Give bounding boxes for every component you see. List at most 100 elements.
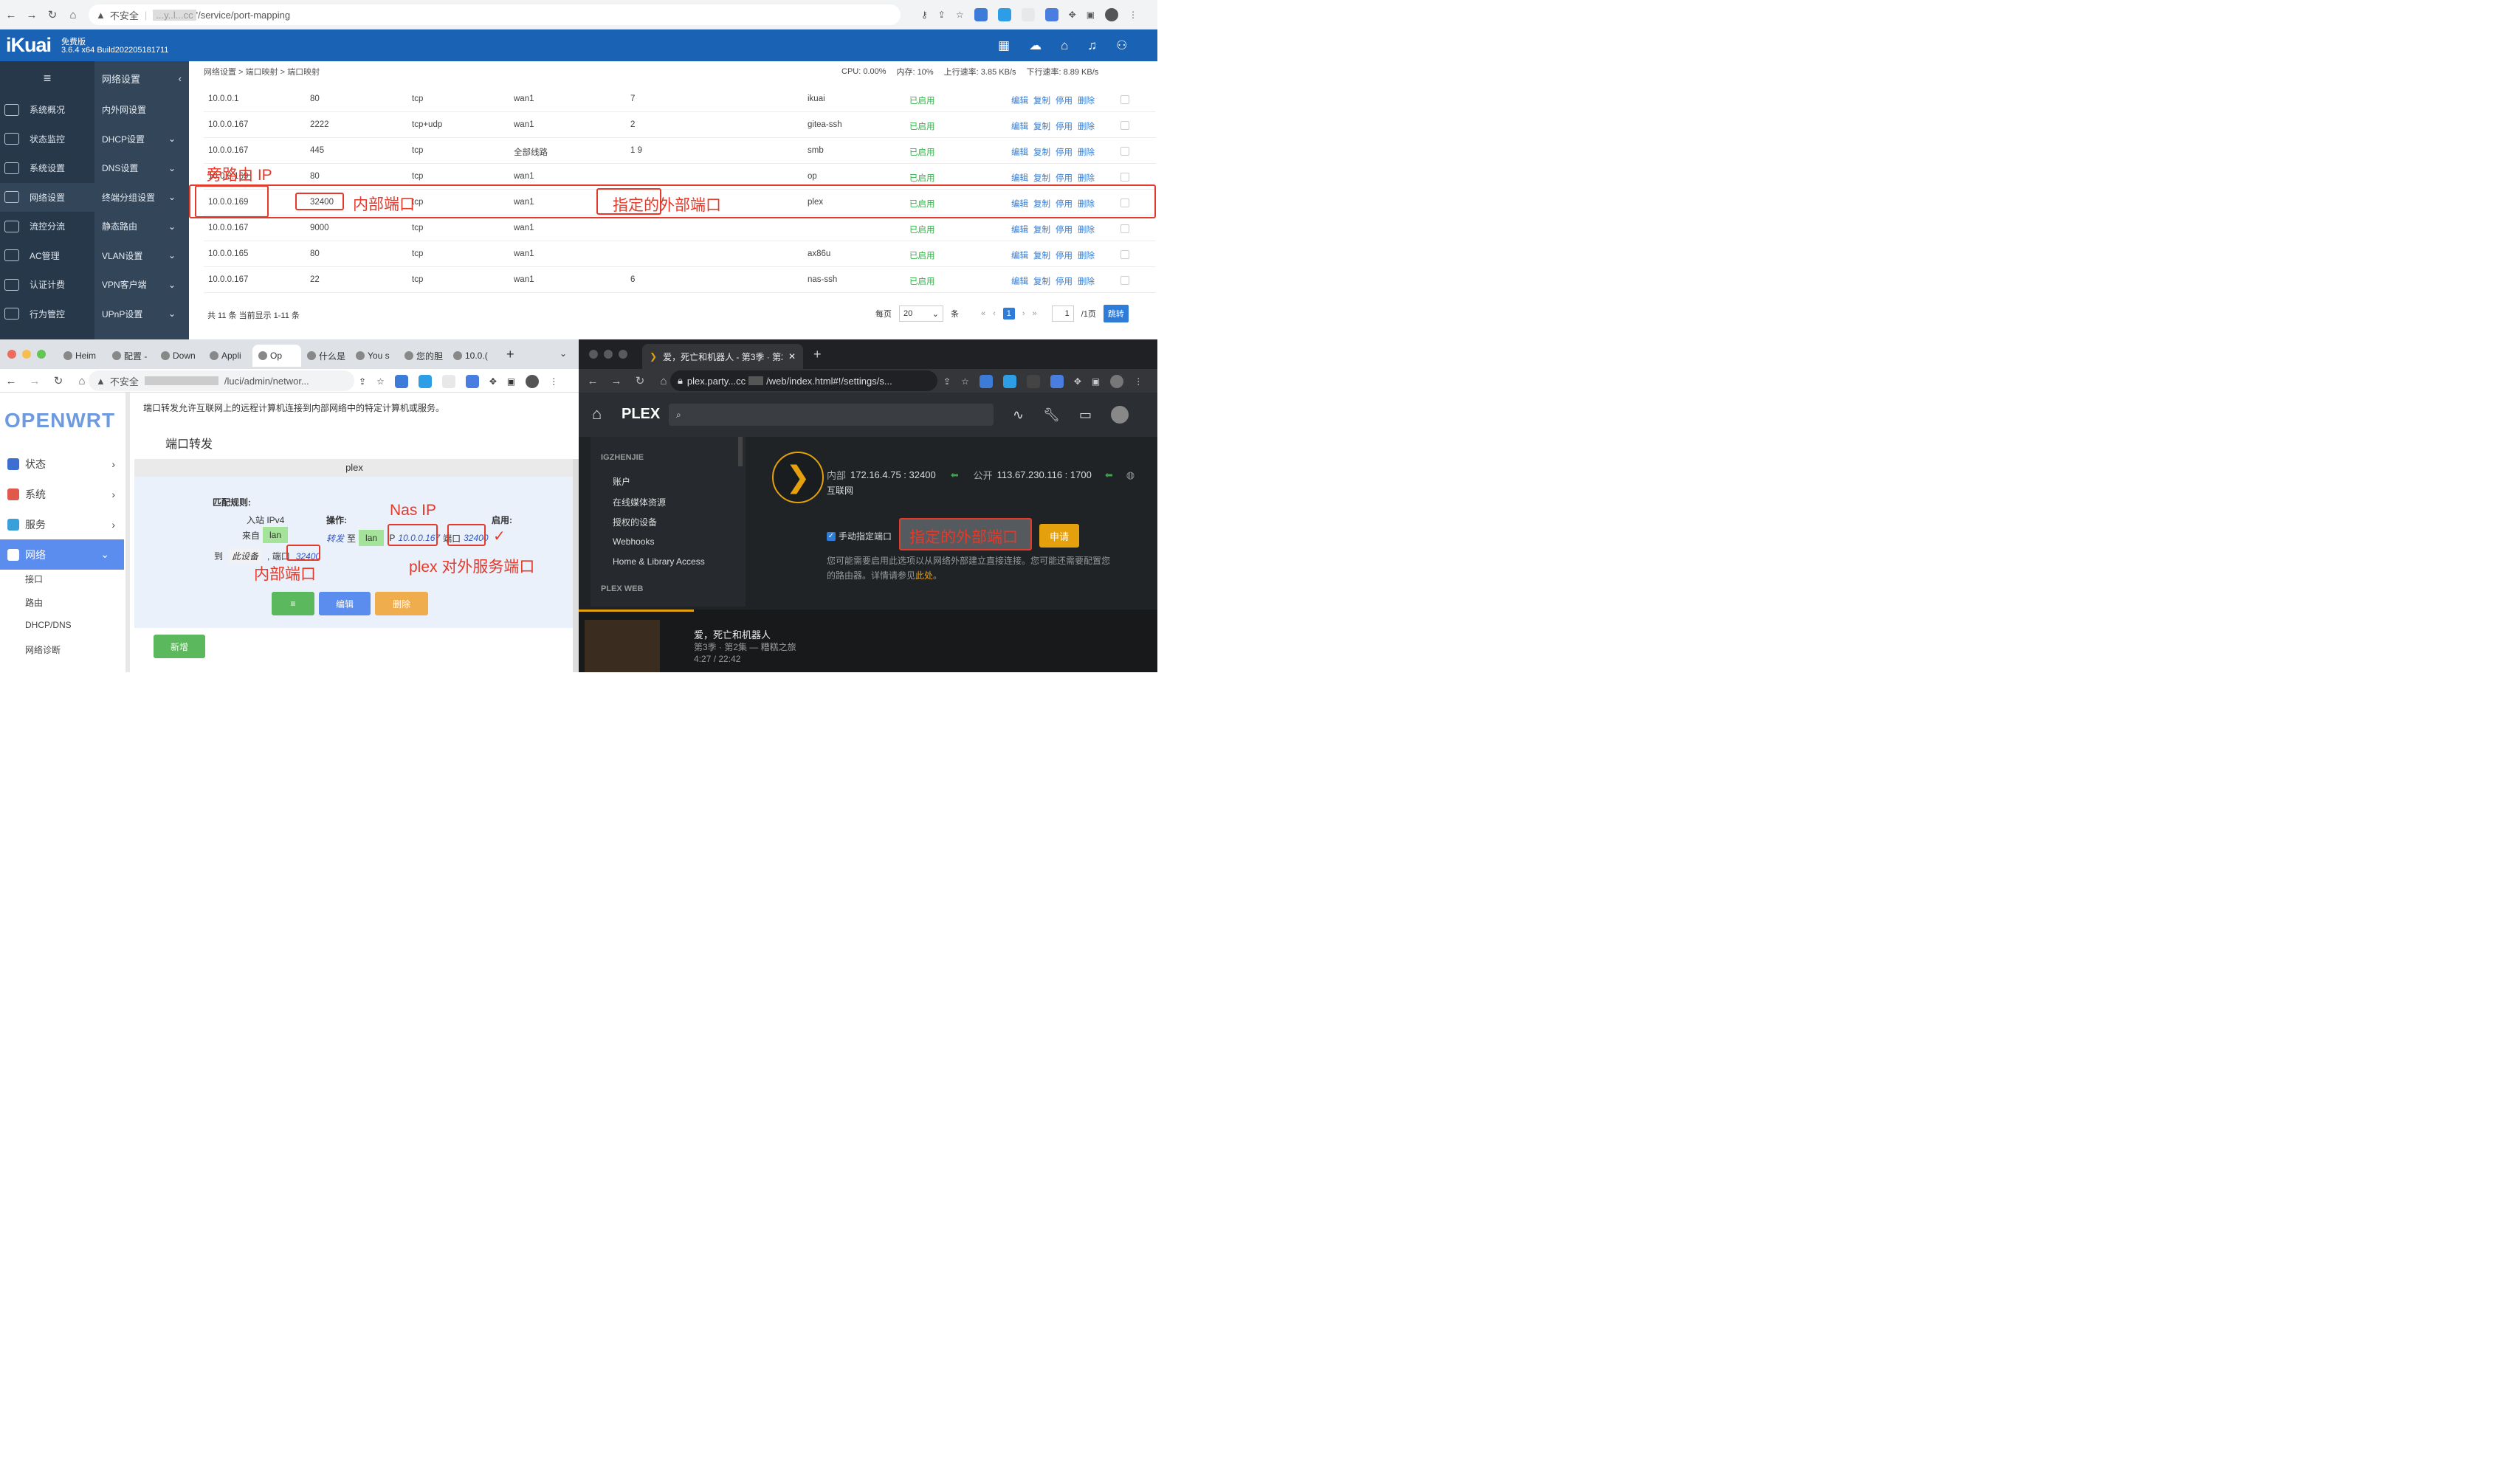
browser-tab[interactable]: 10.0.( — [447, 345, 496, 367]
close-window-icon[interactable] — [589, 350, 598, 359]
edit-link[interactable]: 编辑 — [1011, 120, 1028, 132]
stop-link[interactable]: 停用 — [1056, 120, 1073, 132]
back-icon[interactable]: ← — [3, 7, 19, 23]
drag-button[interactable]: ≡ — [272, 592, 314, 615]
menu-icon[interactable]: ⋮ — [1129, 10, 1137, 20]
back-icon[interactable]: ← — [3, 373, 19, 389]
settings-menu-item[interactable]: 在线媒体资源 — [613, 496, 705, 517]
delete-button[interactable]: 删除 — [375, 592, 428, 615]
sidebar-item[interactable]: 流控分流 — [0, 212, 94, 241]
delete-link[interactable]: 删除 — [1078, 172, 1095, 184]
close-tab-icon[interactable]: ✕ — [788, 351, 796, 362]
extension-icon-1[interactable] — [394, 375, 408, 388]
subnav-item[interactable]: 终端分组设置 ⌄ — [94, 183, 189, 213]
copy-link[interactable]: 复制 — [1033, 224, 1050, 235]
reload-icon[interactable]: ↻ — [632, 373, 648, 389]
sidebar-item[interactable]: 网络设置 — [0, 182, 94, 212]
home-icon[interactable]: ⌂ — [592, 404, 602, 424]
stop-link[interactable]: 停用 — [1056, 172, 1073, 184]
settings-menu-item[interactable]: 账户 — [613, 475, 705, 496]
new-tab-icon[interactable]: + — [813, 347, 822, 362]
hint-link[interactable]: 此处 — [915, 570, 933, 581]
add-button[interactable]: 新增 — [154, 635, 205, 658]
current-page[interactable]: 1 — [1002, 308, 1015, 320]
nav-item[interactable]: 系统 › — [0, 479, 130, 509]
user-icon[interactable]: ⚇ — [1116, 38, 1127, 53]
address-bar[interactable]: ▲ 不安全 /luci/admin/networ... — [89, 370, 354, 391]
sidebar-scrollbar[interactable] — [738, 437, 743, 466]
forward-icon[interactable]: → — [24, 7, 40, 23]
extension-icon-3[interactable] — [1021, 8, 1035, 21]
sidepanel-icon[interactable]: ▣ — [1092, 376, 1100, 387]
browser-tab[interactable]: Op — [252, 345, 301, 367]
home-icon[interactable]: ⌂ — [655, 373, 672, 389]
maximize-window-icon[interactable] — [37, 350, 46, 359]
copy-link[interactable]: 复制 — [1033, 249, 1050, 261]
maximize-window-icon[interactable] — [619, 350, 627, 359]
tab-list-icon[interactable]: ⌄ — [560, 348, 567, 359]
sidebar-item[interactable]: 系统设置 — [0, 153, 94, 183]
key-icon[interactable]: ⚷ — [921, 10, 928, 20]
row-checkbox[interactable] — [1120, 95, 1129, 104]
jump-button[interactable]: 跳转 — [1103, 305, 1129, 322]
stop-link[interactable]: 停用 — [1056, 146, 1073, 158]
wrench-icon[interactable]: 🔧︎ — [1043, 407, 1060, 423]
avatar[interactable] — [1110, 375, 1124, 388]
subnav-item[interactable]: 路由 — [25, 596, 72, 620]
reload-icon[interactable]: ↻ — [50, 373, 66, 389]
activity-icon[interactable]: ∿ — [1013, 407, 1024, 423]
extension-icon-3[interactable] — [441, 375, 455, 388]
cloud-icon[interactable]: ☁ — [1029, 38, 1042, 53]
playback-progress[interactable] — [579, 610, 694, 612]
browser-tab[interactable]: Heim — [58, 345, 106, 367]
now-playing-thumbnail[interactable] — [585, 620, 660, 672]
share-icon[interactable]: ⇪ — [943, 376, 951, 387]
back-icon[interactable]: ← — [585, 373, 601, 389]
browser-tab[interactable]: 什么是 — [301, 345, 350, 367]
edit-link[interactable]: 编辑 — [1011, 94, 1028, 106]
puzzle-icon[interactable]: ✥ — [1069, 10, 1076, 20]
subnav-item[interactable]: 内外网设置 — [94, 95, 189, 125]
copy-link[interactable]: 复制 — [1033, 275, 1050, 287]
subnav-item[interactable]: VLAN设置 ⌄ — [94, 241, 189, 271]
star-icon[interactable]: ☆ — [376, 376, 385, 387]
browser-tab[interactable]: Appli — [204, 345, 252, 367]
edit-link[interactable]: 编辑 — [1011, 172, 1028, 184]
star-icon[interactable]: ☆ — [961, 376, 969, 387]
grid-icon[interactable]: ▦ — [998, 38, 1010, 53]
subnav-item[interactable]: DHCP/DNS — [25, 620, 72, 643]
puzzle-icon[interactable]: ✥ — [489, 376, 497, 387]
prev-page-icon[interactable]: ‹ — [993, 309, 996, 318]
browser-tab[interactable]: Down — [155, 345, 204, 367]
minimize-window-icon[interactable] — [22, 350, 31, 359]
extension-icon-2[interactable] — [997, 8, 1011, 21]
share-icon[interactable]: ⇪ — [938, 10, 946, 20]
browser-tab[interactable]: 配置 - — [106, 345, 155, 367]
subnav-item[interactable]: VPN客户端 ⌄ — [94, 270, 189, 300]
translate-icon[interactable] — [465, 375, 479, 388]
avatar[interactable] — [526, 375, 540, 388]
home-icon[interactable]: ⌂ — [1061, 38, 1068, 53]
first-page-icon[interactable]: « — [981, 309, 985, 318]
address-bar[interactable]: ▲ 不安全 | ...y..l...cc '/service/port-mapp… — [89, 4, 901, 25]
manual-port-checkbox[interactable]: ✓ — [827, 531, 836, 541]
browser-tab[interactable]: 您的胆 — [399, 345, 447, 367]
sidepanel-icon[interactable]: ▣ — [507, 376, 515, 387]
delete-link[interactable]: 删除 — [1078, 120, 1095, 132]
last-page-icon[interactable]: » — [1033, 309, 1037, 318]
extension-icon-2[interactable] — [1002, 375, 1016, 388]
extension-icon-3[interactable] — [1026, 375, 1040, 388]
nav-item[interactable]: 服务 › — [0, 509, 130, 539]
sidebar-item[interactable]: AC管理 — [0, 241, 94, 271]
reload-icon[interactable]: ↻ — [44, 7, 61, 23]
extension-icon-1[interactable] — [974, 8, 988, 21]
delete-link[interactable]: 删除 — [1078, 275, 1095, 287]
per-page-select[interactable]: 20 ⌄ — [899, 305, 943, 322]
extension-icon-1[interactable] — [979, 375, 993, 388]
menu-icon[interactable]: ⋮ — [1134, 376, 1143, 387]
close-window-icon[interactable] — [7, 350, 16, 359]
row-checkbox[interactable] — [1120, 250, 1129, 259]
minimize-window-icon[interactable] — [604, 350, 613, 359]
copy-link[interactable]: 复制 — [1033, 172, 1050, 184]
nav-item[interactable]: 状态 › — [0, 449, 130, 479]
